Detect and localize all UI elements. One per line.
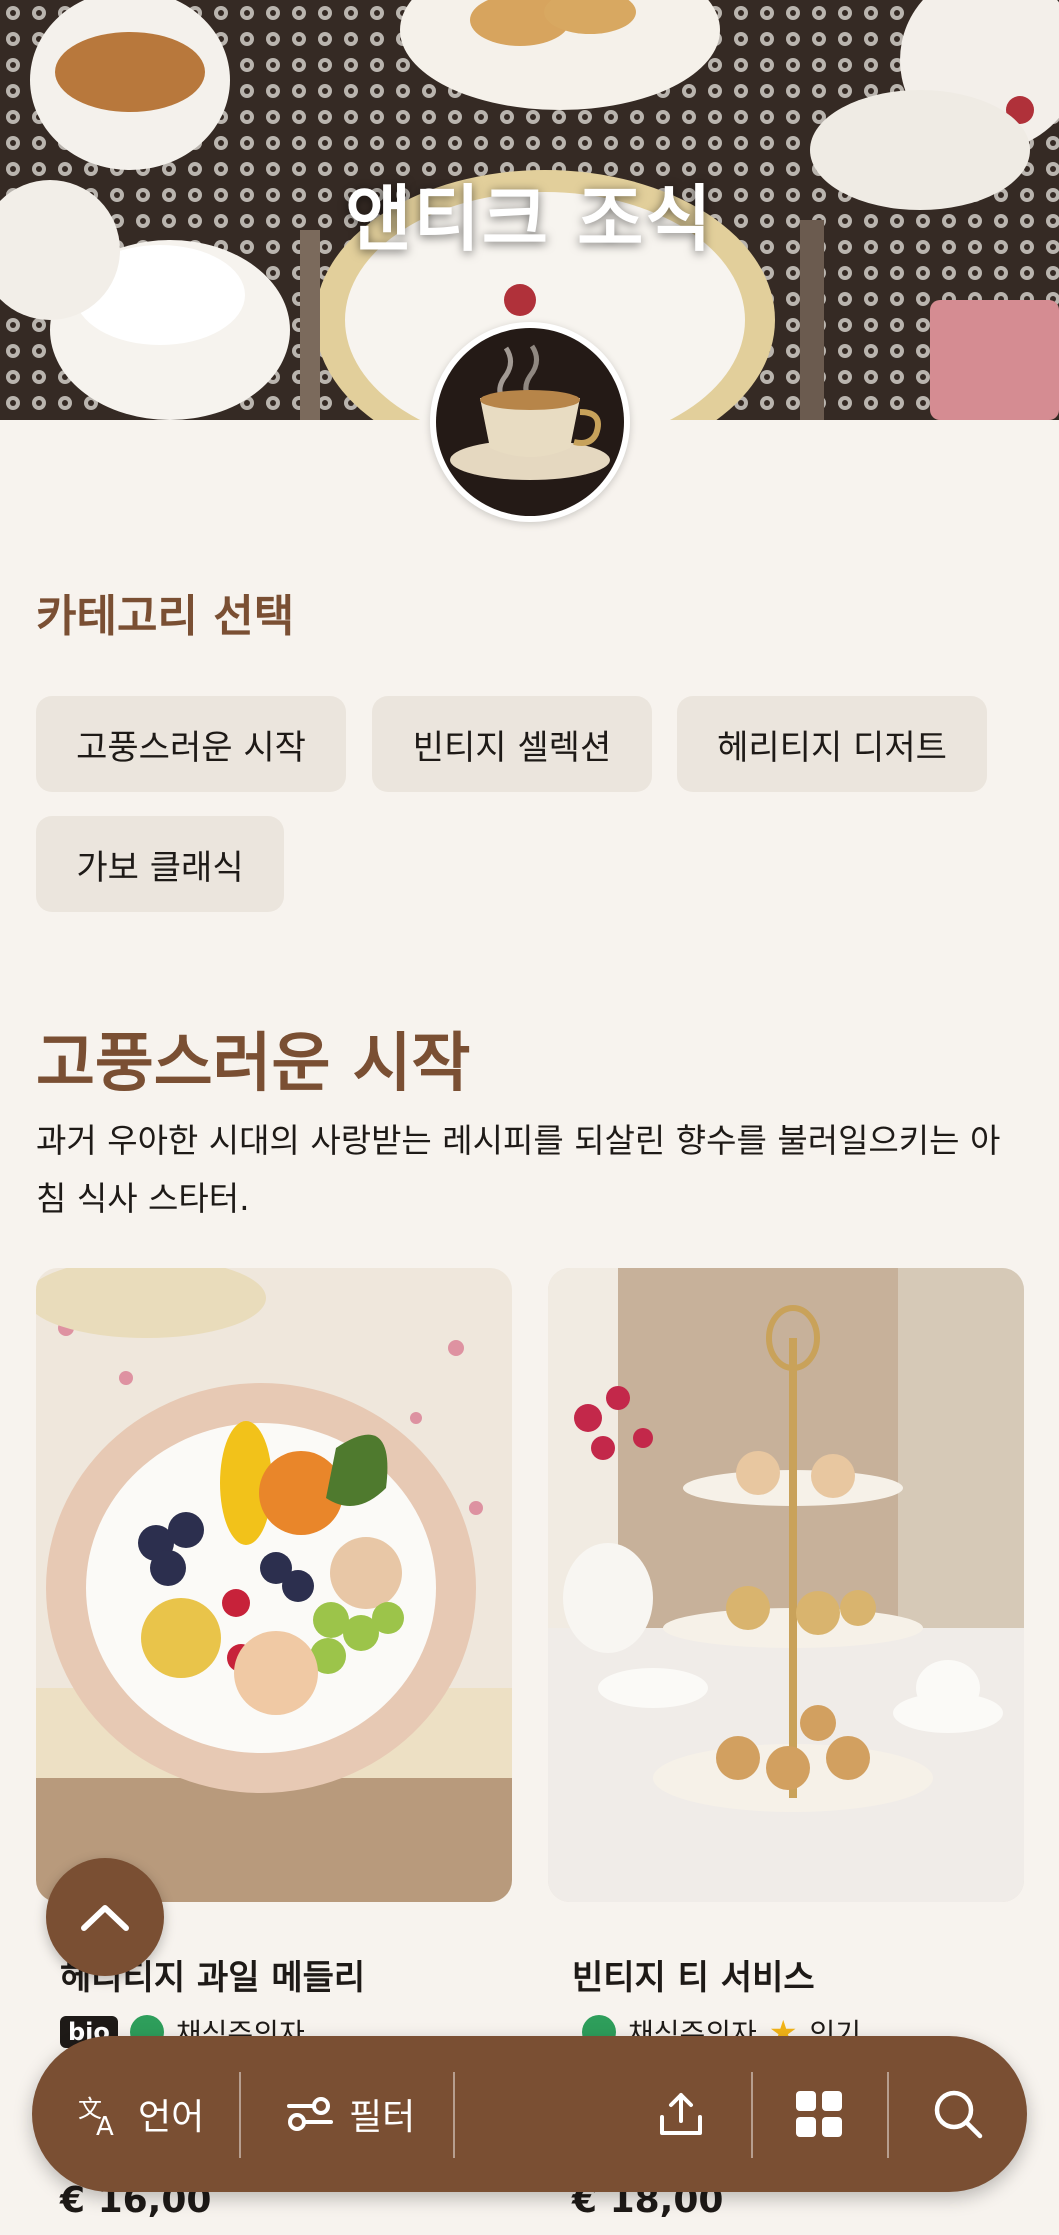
product-image-fruit-medley[interactable] (36, 1268, 512, 1902)
tea-stand-photo (548, 1268, 1024, 1902)
search-icon (934, 2090, 983, 2139)
chevron-up-icon (81, 1905, 129, 1931)
category-chip-elegant-start[interactable]: 고풍스러운 시작 (36, 696, 346, 792)
filter-button[interactable]: 필터 (287, 2036, 415, 2192)
hero-title: 앤티크 조식 (345, 177, 714, 261)
share-button[interactable] (656, 2036, 706, 2192)
category-title: 고풍스러운 시작 (36, 1027, 471, 1101)
divider (751, 2072, 753, 2158)
teacup-photo (436, 328, 624, 516)
search-button[interactable] (932, 2036, 984, 2192)
product-image-tea-service[interactable] (548, 1268, 1024, 1902)
language-button[interactable]: 文 A 언어 (76, 2036, 204, 2192)
fruit-plate-photo (36, 1268, 512, 1902)
category-section-label: 카테고리 선택 (36, 591, 295, 642)
category-chip-heritage-dessert[interactable]: 헤리티지 디저트 (677, 696, 987, 792)
category-description: 과거 우아한 시대의 사랑받는 레시피를 되살린 향수를 불러일으키는 아침 식… (36, 1121, 1001, 1218)
divider (887, 2072, 889, 2158)
grid-view-button[interactable] (794, 2036, 844, 2192)
translate-icon: 文 A (78, 2095, 114, 2137)
category-chip-vintage-selection[interactable]: 빈티지 셀렉션 (372, 696, 652, 792)
divider (239, 2072, 241, 2158)
restaurant-avatar (430, 322, 630, 522)
scroll-to-top-button[interactable] (46, 1858, 164, 1976)
product-name-tea-service[interactable]: 빈티지 티 서비스 (572, 1950, 815, 1999)
share-upload-icon (660, 2093, 702, 2135)
bottom-action-bar: 文 A 언어 필터 (32, 2036, 1027, 2192)
divider (453, 2072, 455, 2158)
category-chip-heirloom-classic[interactable]: 가보 클래식 (36, 816, 284, 912)
language-label: 언어 (138, 2097, 205, 2138)
svg-text:A: A (96, 2112, 114, 2137)
filter-sliders-icon (287, 2097, 333, 2131)
filter-label: 필터 (349, 2097, 416, 2138)
grid-icon (796, 2091, 842, 2137)
